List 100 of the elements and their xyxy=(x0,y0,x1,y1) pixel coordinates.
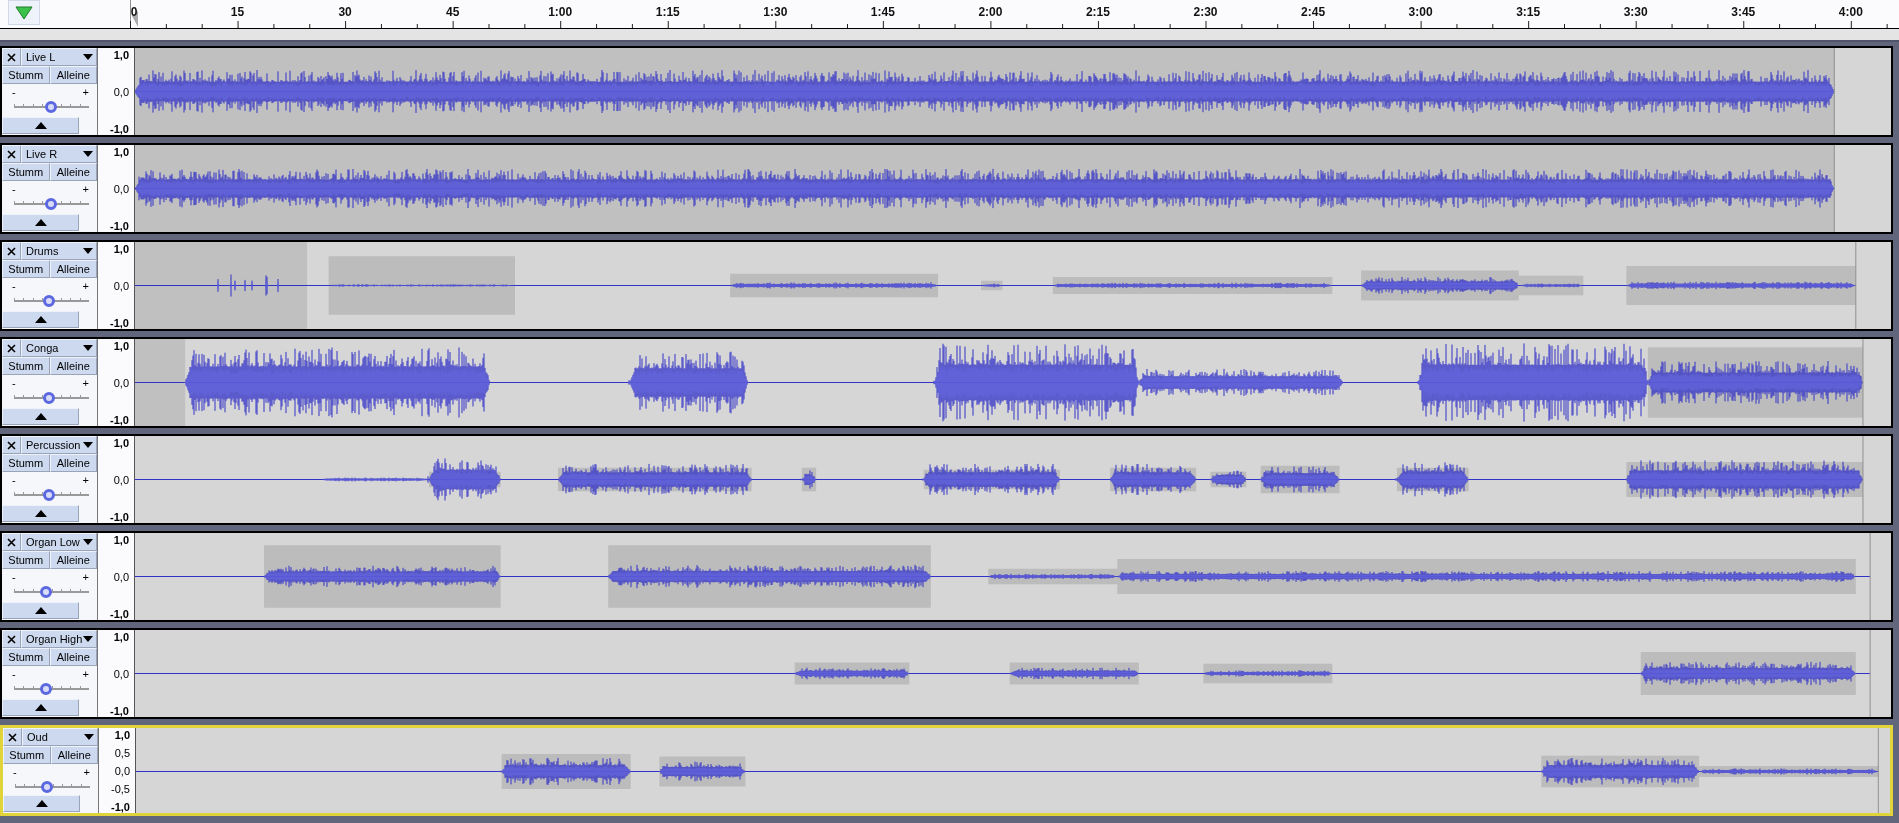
dropdown-caret-icon xyxy=(83,54,93,60)
gain-min-label: - xyxy=(12,475,16,486)
mute-button[interactable]: Stumm xyxy=(2,163,50,181)
collapse-arrow-icon xyxy=(34,219,47,226)
gain-max-label: + xyxy=(82,87,89,98)
slider-thumb[interactable] xyxy=(39,683,52,695)
time-label: 3:00 xyxy=(1408,5,1433,19)
solo-button[interactable]: Alleine xyxy=(49,260,97,278)
scale-label: 0,0 xyxy=(113,86,129,98)
collapse-arrow-icon xyxy=(34,510,47,517)
close-icon xyxy=(7,634,16,644)
track-name-menu[interactable]: Live L xyxy=(21,48,97,66)
scale-label: 1,0 xyxy=(113,49,129,61)
solo-button[interactable]: Alleine xyxy=(49,357,97,375)
mute-button[interactable]: Stumm xyxy=(2,66,50,84)
gain-min-label: - xyxy=(12,378,16,389)
close-button[interactable] xyxy=(2,145,21,163)
solo-button[interactable]: Alleine xyxy=(49,551,97,569)
mute-button[interactable]: Stumm xyxy=(2,454,50,472)
scale-label: 1,0 xyxy=(113,243,129,255)
timeline-options-button[interactable] xyxy=(8,0,40,25)
track-name-menu[interactable]: Percussion xyxy=(21,436,97,454)
time-label: 2:00 xyxy=(978,5,1003,19)
dropdown-caret-icon xyxy=(83,151,93,157)
gain-min-label: - xyxy=(12,281,16,292)
track-name-menu[interactable]: Organ High xyxy=(21,630,97,648)
close-button[interactable] xyxy=(2,533,21,551)
collapse-arrow-icon xyxy=(34,122,47,129)
collapse-button[interactable] xyxy=(3,795,80,812)
playhead-marker xyxy=(130,0,138,28)
dropdown-caret-icon xyxy=(83,442,93,448)
solo-button[interactable]: Alleine xyxy=(49,454,97,472)
track-name-menu[interactable]: Drums xyxy=(21,242,97,260)
time-label: 30 xyxy=(338,5,352,19)
slider-thumb[interactable] xyxy=(44,101,57,113)
slider-thumb[interactable] xyxy=(40,781,53,793)
close-button[interactable] xyxy=(2,339,21,357)
mute-button[interactable]: Stumm xyxy=(2,648,50,666)
solo-button[interactable]: Alleine xyxy=(49,648,97,666)
scale-label: -1,0 xyxy=(110,705,129,717)
close-button[interactable] xyxy=(3,728,22,746)
gain-min-label: - xyxy=(12,572,16,583)
triangle-icon xyxy=(15,5,33,20)
collapse-button[interactable] xyxy=(2,602,79,619)
close-button[interactable] xyxy=(2,436,21,454)
time-label: 4:00 xyxy=(1838,5,1863,19)
scale-label: 1,0 xyxy=(113,146,129,158)
close-button[interactable] xyxy=(2,48,21,66)
collapse-button[interactable] xyxy=(2,699,79,716)
scale-label: -1,0 xyxy=(110,414,129,426)
gain-max-label: + xyxy=(82,572,89,583)
track-name-menu[interactable]: Organ Low xyxy=(21,533,97,551)
mute-button[interactable]: Stumm xyxy=(3,746,51,764)
time-label: 2:45 xyxy=(1301,5,1326,19)
collapse-arrow-icon xyxy=(34,413,47,420)
time-label: 2:30 xyxy=(1193,5,1218,19)
collapse-button[interactable] xyxy=(2,505,79,522)
solo-button[interactable]: Alleine xyxy=(49,163,97,181)
scale-label: 0,0 xyxy=(113,474,129,486)
collapse-arrow-icon xyxy=(34,607,47,614)
dropdown-caret-icon xyxy=(84,734,94,740)
slider-thumb[interactable] xyxy=(43,489,56,501)
mute-button[interactable]: Stumm xyxy=(2,260,50,278)
dropdown-caret-icon xyxy=(83,248,93,254)
collapse-button[interactable] xyxy=(2,117,79,134)
close-button[interactable] xyxy=(2,630,21,648)
mute-button[interactable]: Stumm xyxy=(2,357,50,375)
track-name-menu[interactable]: Live R xyxy=(21,145,97,163)
solo-button[interactable]: Alleine xyxy=(49,66,97,84)
close-button[interactable] xyxy=(2,242,21,260)
scale-label: -1,0 xyxy=(110,511,129,523)
collapse-arrow-icon xyxy=(34,316,47,323)
scale-label: 0,5 xyxy=(114,747,130,759)
scale-label: 1,0 xyxy=(113,631,129,643)
scale-label: -0,5 xyxy=(111,783,130,795)
time-label: 1:15 xyxy=(655,5,680,19)
slider-thumb[interactable] xyxy=(44,198,57,210)
gain-min-label: - xyxy=(12,87,16,98)
slider-thumb[interactable] xyxy=(43,392,56,404)
collapse-button[interactable] xyxy=(2,311,79,328)
scale-label: 0,0 xyxy=(113,183,129,195)
collapse-button[interactable] xyxy=(2,214,79,231)
close-icon xyxy=(7,246,16,256)
mute-button[interactable]: Stumm xyxy=(2,551,50,569)
time-label: 15 xyxy=(230,5,245,19)
slider-thumb[interactable] xyxy=(39,586,52,598)
collapse-button[interactable] xyxy=(2,408,79,425)
time-label: 1:30 xyxy=(763,5,788,19)
dropdown-caret-icon xyxy=(83,345,93,351)
solo-button[interactable]: Alleine xyxy=(50,746,98,764)
time-label: 3:30 xyxy=(1623,5,1648,19)
slider-thumb[interactable] xyxy=(43,295,56,307)
track-name-menu[interactable]: Conga xyxy=(21,339,97,357)
scale-label: 0,0 xyxy=(113,377,129,389)
scale-label: 1,0 xyxy=(114,729,130,741)
scale-label: 1,0 xyxy=(113,340,129,352)
gain-min-label: - xyxy=(13,767,17,778)
close-icon xyxy=(7,149,16,159)
track-name-menu[interactable]: Oud xyxy=(22,728,98,746)
time-label: 0 xyxy=(130,5,138,19)
